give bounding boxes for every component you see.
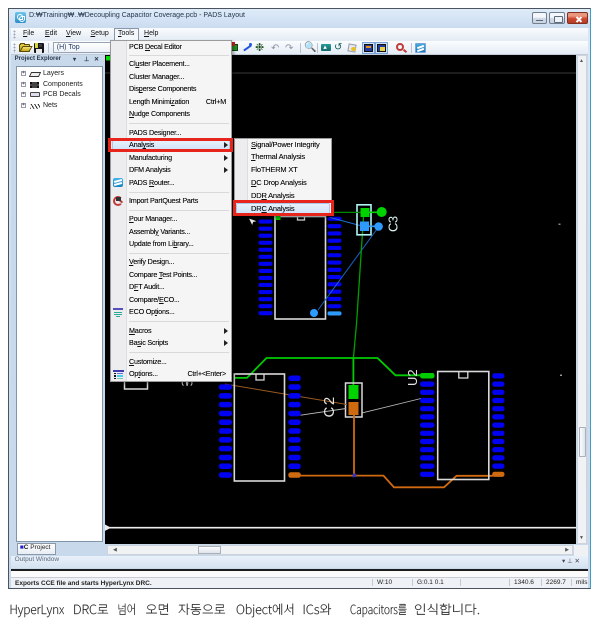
svg-text:C2: C2 (321, 395, 338, 417)
svg-text:U2: U2 (405, 369, 420, 386)
svg-text:C3: C3 (386, 216, 401, 232)
